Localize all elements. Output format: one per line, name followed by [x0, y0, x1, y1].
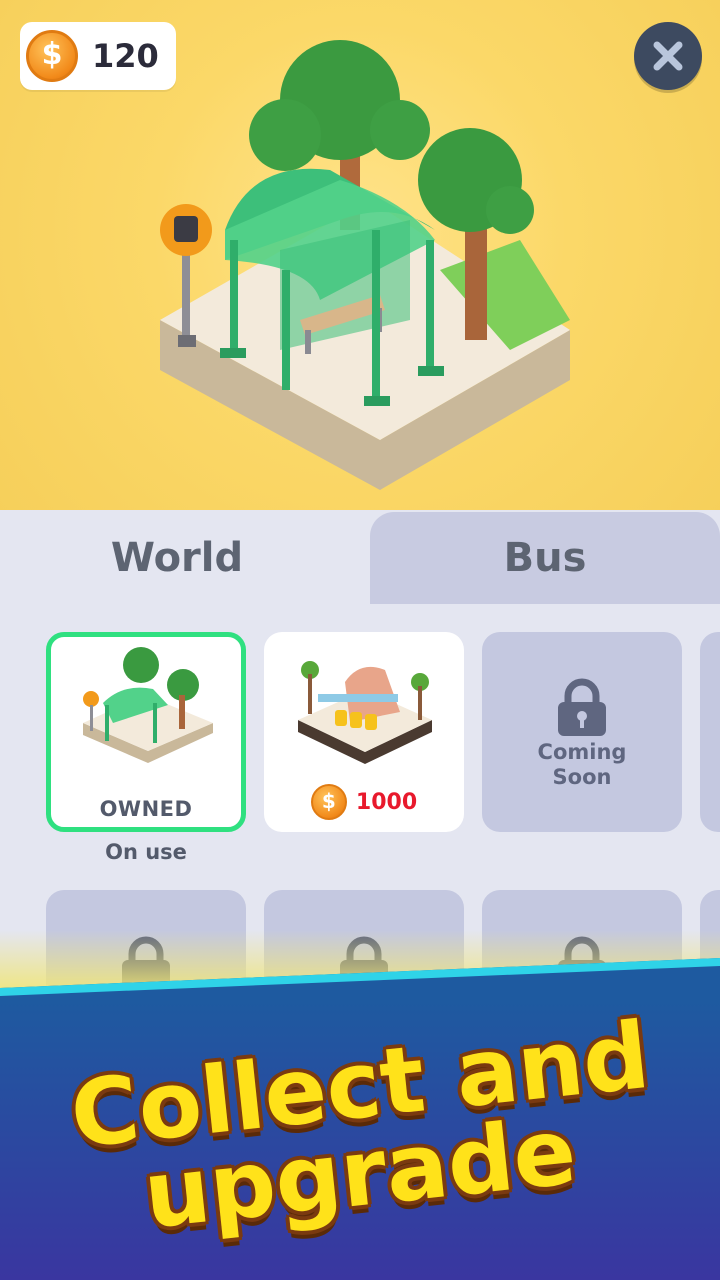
- tab-world[interactable]: World: [0, 512, 354, 604]
- tab-bus[interactable]: Bus: [370, 512, 720, 604]
- price-row: $ 1000: [264, 784, 464, 820]
- price-label: 1000: [355, 789, 418, 815]
- owned-label: OWNED: [99, 797, 193, 821]
- item-card-locked-partial: [700, 632, 720, 832]
- item-card-coming-soon: Coming Soon: [482, 632, 682, 832]
- item-card-shop[interactable]: $ 1000: [264, 632, 464, 832]
- coming-soon-label: Coming Soon: [537, 740, 627, 789]
- coin-balance: $ 120: [20, 22, 176, 90]
- on-use-label: On use: [105, 840, 187, 864]
- bus-stop-thumbnail: [83, 647, 213, 763]
- coin-icon: $: [26, 30, 78, 82]
- station-thumbnail: [298, 661, 432, 764]
- coin-icon: $: [310, 784, 347, 820]
- close-icon: [653, 41, 683, 71]
- hero-preview: $ 120: [0, 0, 720, 520]
- bus-stop-preview-image: [160, 40, 570, 490]
- coin-count: 120: [92, 37, 159, 75]
- item-card-owned[interactable]: OWNED: [46, 632, 246, 832]
- close-button[interactable]: [634, 22, 702, 90]
- lock-icon: [558, 678, 606, 736]
